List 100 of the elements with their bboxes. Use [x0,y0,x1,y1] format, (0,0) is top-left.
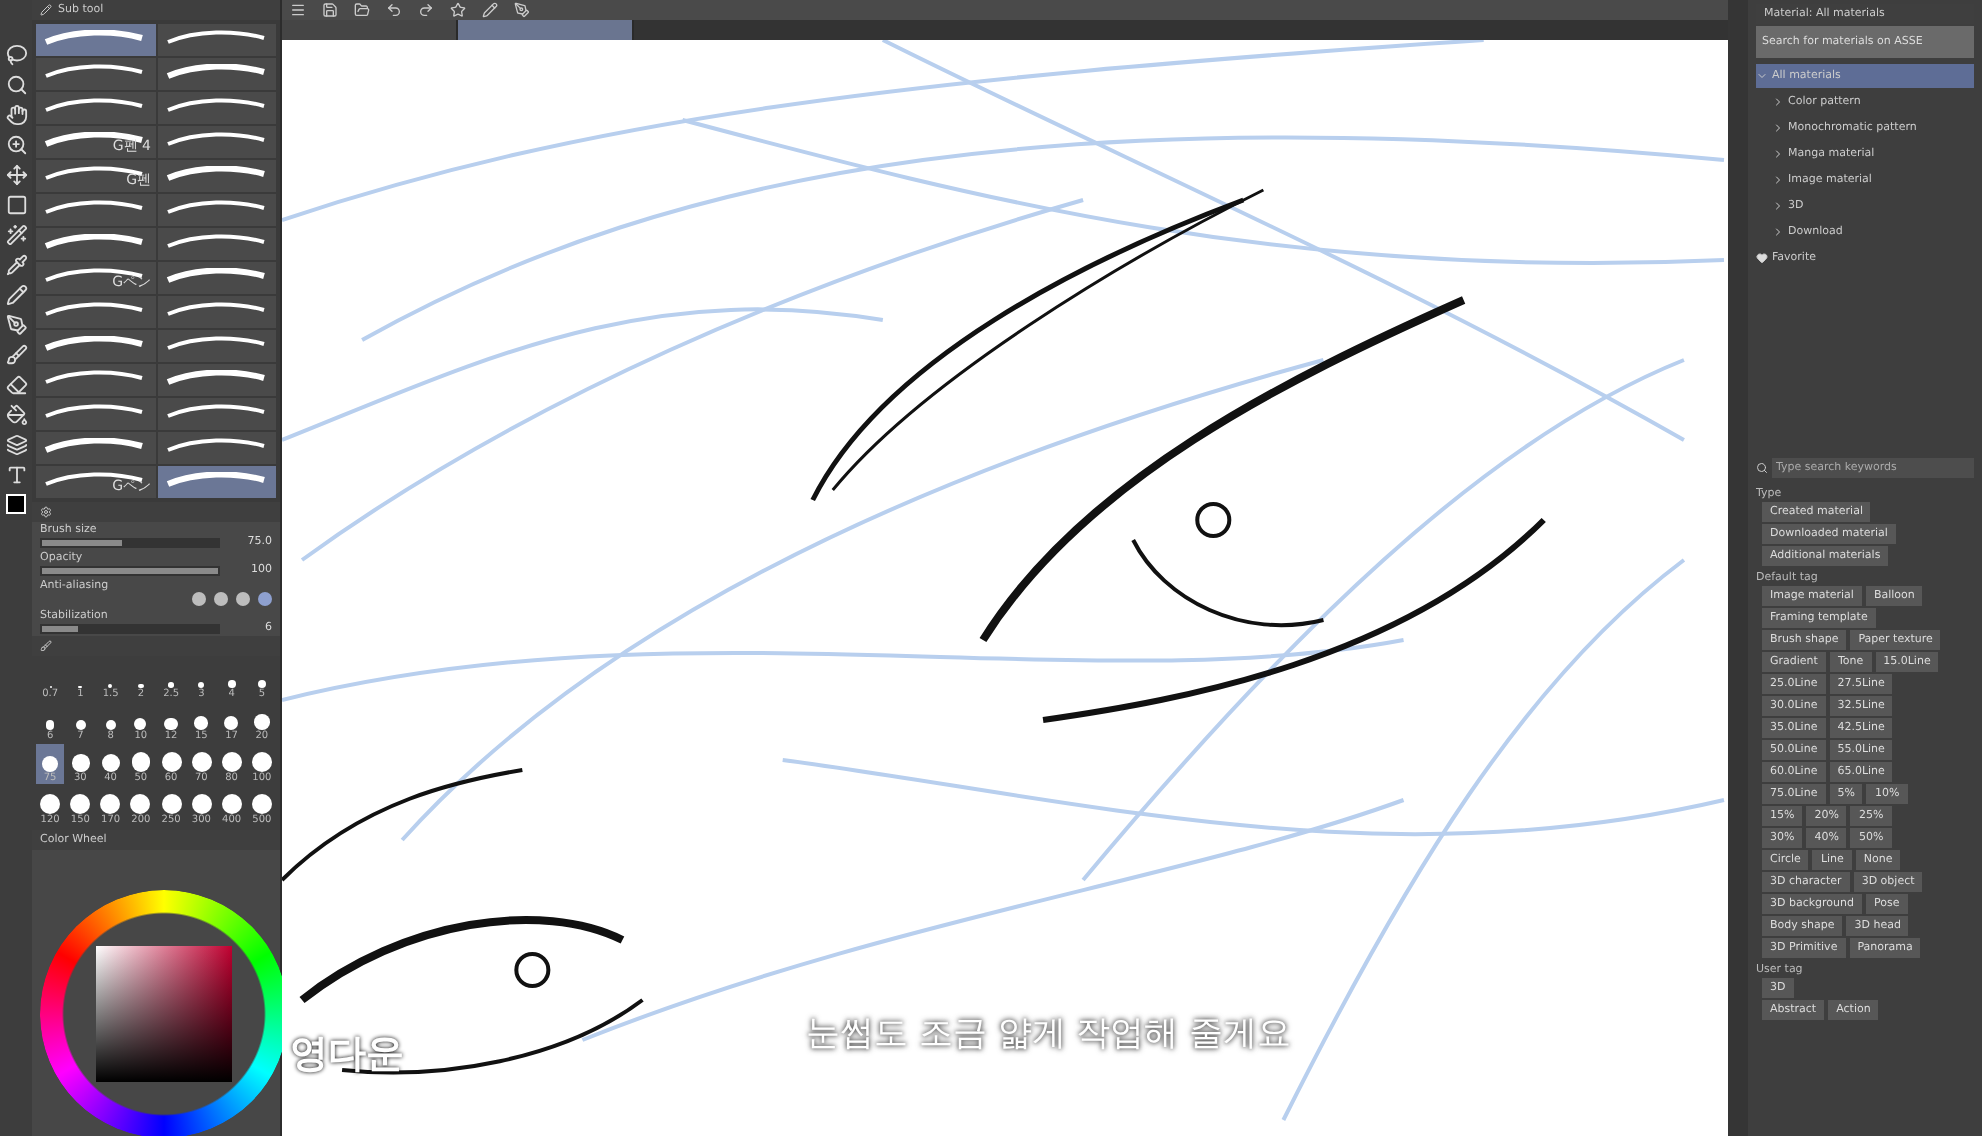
antialias-option[interactable] [258,592,272,606]
brush-tile[interactable] [36,330,155,362]
search-icon[interactable] [5,74,27,96]
brush-stroke-icon [44,234,144,250]
size-dot-icon [138,683,144,688]
brush-tile[interactable] [36,398,155,430]
size-dot-icon [168,682,174,688]
antialias-option[interactable] [192,592,206,606]
brush-tile[interactable] [36,92,155,124]
eraser-icon[interactable] [5,374,27,396]
size-dot-icon [45,720,55,730]
slider-track[interactable] [40,623,220,633]
chevron-icon [1772,226,1784,238]
brush-tile[interactable] [36,194,155,226]
brush-tile[interactable] [157,126,276,158]
brush-tile[interactable] [36,24,155,56]
brush-tile[interactable] [157,92,276,124]
move-icon[interactable] [5,164,27,186]
zoom-icon[interactable] [5,134,27,156]
pen-icon[interactable] [514,2,530,18]
brush-stroke-icon [165,472,265,488]
size-dot-icon [131,752,151,772]
hand-icon[interactable] [5,104,27,126]
pen-icon[interactable] [5,314,27,336]
slider-track[interactable] [40,537,220,547]
lasso-icon[interactable] [5,44,27,66]
brush-tile[interactable] [157,466,276,498]
wand-icon[interactable] [5,224,27,246]
size-dot-icon [257,679,266,688]
chevron-icon [1772,148,1784,160]
size-dot-icon [198,681,205,688]
size-dot-icon [105,719,117,730]
brush-stroke-icon [44,336,144,352]
brush-tile[interactable] [36,228,155,260]
save-icon[interactable] [322,2,338,18]
brush-tile[interactable] [36,296,155,328]
brush-stroke-icon [165,302,265,318]
brush-tile[interactable] [36,58,155,90]
brush-stroke-icon [165,132,265,148]
brush-icon[interactable] [5,344,27,366]
brush-stroke-icon [165,166,265,182]
size-dot-icon [254,714,270,730]
brush-tile[interactable] [157,194,276,226]
pencil-icon[interactable] [5,284,27,306]
brush-tile[interactable] [36,432,155,464]
brush-stroke-icon [165,370,265,386]
undo-icon[interactable] [386,2,402,18]
size-dot-icon [221,794,242,814]
size-dot-icon [100,794,121,814]
main-color-swatch[interactable] [6,494,26,514]
size-dot-icon [70,794,91,814]
saturation-square[interactable] [96,946,232,1082]
text-icon[interactable] [5,464,27,486]
bucket-icon[interactable] [5,404,27,426]
settings-icon [40,506,52,518]
brush-tile[interactable] [157,432,276,464]
size-dot-icon [40,794,61,814]
rectangle-icon[interactable] [5,194,27,216]
chevron-icon [1772,96,1784,108]
brush-tile[interactable] [157,24,276,56]
brush-stroke-icon [44,98,144,114]
eyedropper-icon[interactable] [5,254,27,276]
brush-stroke-icon [165,234,265,250]
pencil-icon [40,4,52,16]
pencil-icon[interactable] [482,2,498,18]
search-icon [1756,462,1768,474]
brush-tile[interactable] [157,58,276,90]
brush-stroke-icon [44,64,144,80]
antialias-option[interactable] [236,592,250,606]
size-dot-icon [161,752,182,772]
redo-icon[interactable] [418,2,434,18]
brush-tile[interactable] [157,160,276,192]
chevron-icon [1756,70,1768,82]
brush-tile[interactable] [157,330,276,362]
folder-icon[interactable] [354,2,370,18]
antialias-option[interactable] [214,592,228,606]
star-icon[interactable] [450,2,466,18]
layers-icon[interactable] [5,434,27,456]
size-dot-icon [221,752,242,772]
brush-stroke-icon [44,132,144,148]
brush-stroke-icon [44,200,144,216]
brush-stroke-icon [44,302,144,318]
size-dot-icon [227,680,236,688]
brush-stroke-icon [165,404,265,420]
size-dot-icon [75,719,86,730]
brush-tile[interactable] [157,398,276,430]
subtitle-text: 눈썹도 조금 얇게 작업해 줄게요 [806,1012,1292,1056]
brush-stroke-icon [165,336,265,352]
brush-tile[interactable] [36,364,155,396]
size-dot-icon [251,794,272,814]
brush-stroke-icon [44,370,144,386]
menu-icon[interactable] [290,2,306,18]
brush-tile[interactable] [157,262,276,294]
brush-tile[interactable] [157,296,276,328]
brush-stroke-icon [165,268,265,284]
size-dot-icon [251,752,272,772]
brush-stroke-icon [165,30,265,46]
brush-tile[interactable] [157,364,276,396]
size-dot-icon [191,794,212,814]
brush-tile[interactable] [157,228,276,260]
